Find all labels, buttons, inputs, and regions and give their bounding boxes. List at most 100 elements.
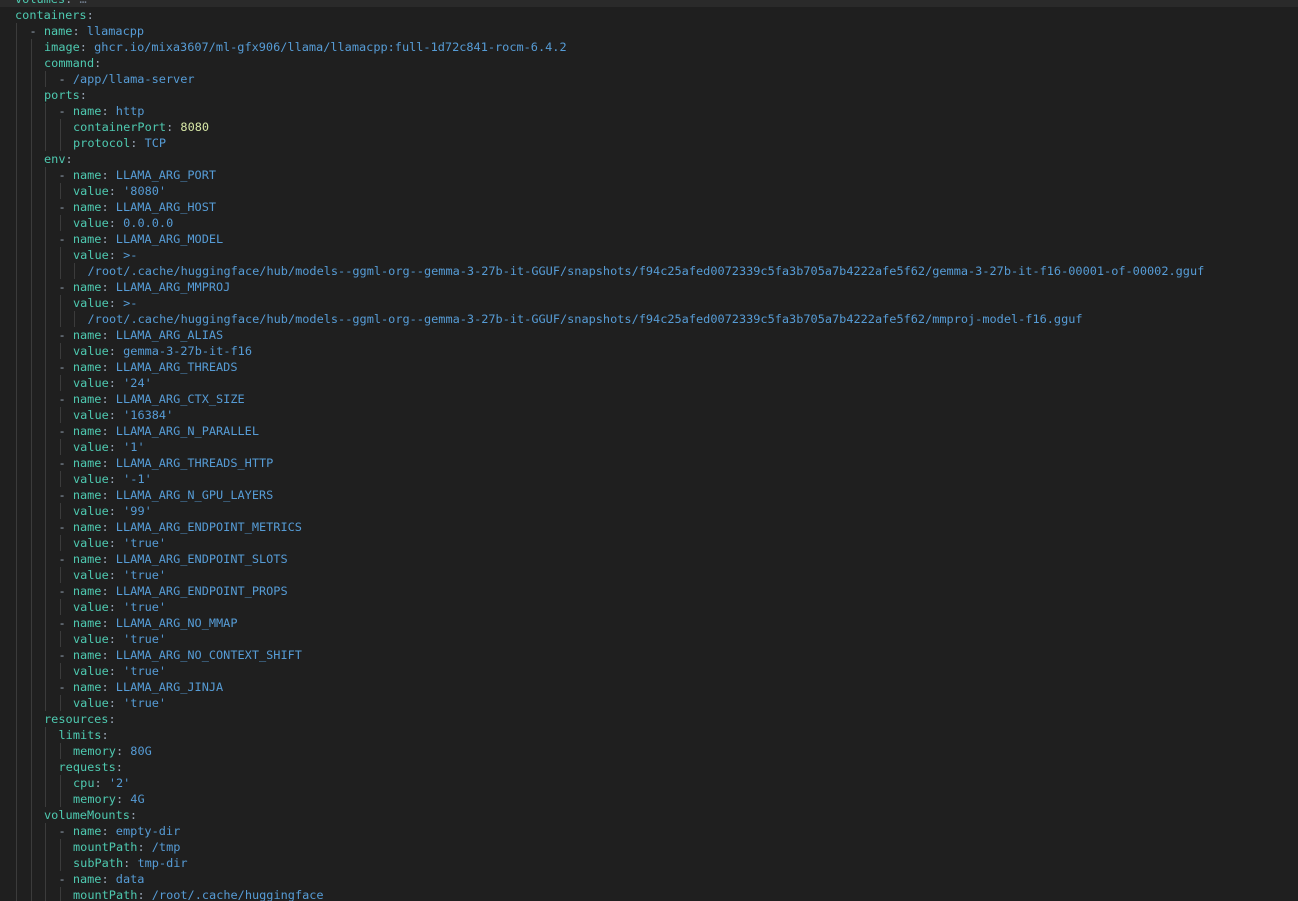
code-line[interactable]: mountPath: /tmp xyxy=(0,839,1298,855)
indent-guide xyxy=(30,215,32,231)
code-line[interactable]: - name: data xyxy=(0,871,1298,887)
indent-guide xyxy=(45,567,46,583)
indent-guide xyxy=(16,679,17,695)
code-line[interactable]: - name: LLAMA_ARG_NO_CONTEXT_SHIFT xyxy=(0,647,1298,663)
code-line[interactable]: - name: LLAMA_ARG_N_GPU_LAYERS xyxy=(0,487,1298,503)
code-line[interactable]: value: 'true' xyxy=(0,599,1298,615)
code-line[interactable]: value: '8080' xyxy=(0,183,1298,199)
code-line[interactable]: value: 'true' xyxy=(0,631,1298,647)
yaml-punctuation: - xyxy=(58,552,73,566)
code-line[interactable]: resources: xyxy=(0,711,1298,727)
code-line[interactable]: - name: LLAMA_ARG_ENDPOINT_PROPS xyxy=(0,583,1298,599)
code-line[interactable]: - name: empty-dir xyxy=(0,823,1298,839)
indent-guide xyxy=(30,39,32,55)
code-line[interactable]: - name: LLAMA_ARG_ALIAS xyxy=(0,327,1298,343)
code-line[interactable]: containers: xyxy=(0,7,1298,23)
code-line[interactable]: - name: LLAMA_ARG_MMPROJ xyxy=(0,279,1298,295)
indent-guide xyxy=(16,55,17,71)
code-line[interactable]: env: xyxy=(0,151,1298,167)
yaml-punctuation: : xyxy=(94,776,109,790)
code-line[interactable]: value: '99' xyxy=(0,503,1298,519)
code-line[interactable]: value: 'true' xyxy=(0,663,1298,679)
code-line[interactable]: volumeMounts: xyxy=(0,807,1298,823)
indent-guide xyxy=(45,359,46,375)
code-line[interactable]: /root/.cache/huggingface/hub/models--ggm… xyxy=(0,311,1298,327)
indent-guide xyxy=(16,167,17,183)
indent-guide xyxy=(16,375,17,391)
yaml-punctuation: : xyxy=(108,296,124,310)
code-line[interactable]: limits: xyxy=(0,727,1298,743)
yaml-key: value xyxy=(73,344,109,358)
code-line[interactable]: - name: LLAMA_ARG_PORT xyxy=(0,167,1298,183)
code-line[interactable]: - name: LLAMA_ARG_MODEL xyxy=(0,231,1298,247)
yaml-punctuation: : xyxy=(130,136,145,150)
yaml-punctuation: - xyxy=(58,168,73,182)
code-line[interactable]: - name: LLAMA_ARG_HOST xyxy=(0,199,1298,215)
yaml-value: http xyxy=(115,104,145,118)
indent-guide xyxy=(30,583,32,599)
indent-guide xyxy=(30,487,32,503)
yaml-punctuation: - xyxy=(58,280,73,294)
code-line[interactable]: mountPath: /root/.cache/huggingface xyxy=(0,887,1298,901)
code-line[interactable]: containerPort: 8080 xyxy=(0,119,1298,135)
code-line[interactable]: - name: LLAMA_ARG_THREADS_HTTP xyxy=(0,455,1298,471)
indent-guide xyxy=(30,519,32,535)
code-line[interactable]: - name: LLAMA_ARG_N_PARALLEL xyxy=(0,423,1298,439)
code-line[interactable]: value: '24' xyxy=(0,375,1298,391)
code-line[interactable]: value: '16384' xyxy=(0,407,1298,423)
code-line[interactable]: cpu: '2' xyxy=(0,775,1298,791)
code-line[interactable]: - name: LLAMA_ARG_NO_MMAP xyxy=(0,615,1298,631)
indent-guide xyxy=(30,135,32,151)
yaml-key: value xyxy=(73,472,109,486)
code-line[interactable]: - name: LLAMA_ARG_ENDPOINT_SLOTS xyxy=(0,551,1298,567)
code-line[interactable]: /root/.cache/huggingface/hub/models--ggm… xyxy=(0,263,1298,279)
indent-guide xyxy=(16,391,17,407)
code-line[interactable]: value: gemma-3-27b-it-f16 xyxy=(0,343,1298,359)
code-line[interactable]: ports: xyxy=(0,87,1298,103)
yaml-punctuation: : xyxy=(115,760,123,774)
indent-guide xyxy=(16,279,17,295)
code-editor[interactable]: volumes: …containers:- name: llamacppima… xyxy=(0,0,1298,901)
code-line[interactable]: value: 0.0.0.0 xyxy=(0,215,1298,231)
indent-guide xyxy=(30,279,32,295)
code-line[interactable]: memory: 4G xyxy=(0,791,1298,807)
yaml-value: LLAMA_ARG_MODEL xyxy=(115,232,224,246)
yaml-key: name xyxy=(72,104,102,118)
indent-guide xyxy=(30,711,32,727)
code-line[interactable]: command: xyxy=(0,55,1298,71)
code-line[interactable]: value: '-1' xyxy=(0,471,1298,487)
code-line[interactable]: subPath: tmp-dir xyxy=(0,855,1298,871)
code-line[interactable]: image: ghcr.io/mixa3607/ml-gfx906/llama/… xyxy=(0,39,1298,55)
indent-guide xyxy=(30,359,32,375)
indent-guide xyxy=(16,407,17,423)
code-line[interactable]: value: 'true' xyxy=(0,695,1298,711)
indent-guide xyxy=(16,887,17,901)
indent-guide xyxy=(16,311,17,327)
code-line[interactable]: - name: LLAMA_ARG_JINJA xyxy=(0,679,1298,695)
code-line[interactable]: value: >- xyxy=(0,295,1298,311)
indent-guide xyxy=(59,663,61,679)
code-line[interactable]: memory: 80G xyxy=(0,743,1298,759)
code-line[interactable]: - name: LLAMA_ARG_ENDPOINT_METRICS xyxy=(0,519,1298,535)
code-line[interactable]: requests: xyxy=(0,759,1298,775)
yaml-value: LLAMA_ARG_JINJA xyxy=(115,680,224,694)
code-line[interactable]: volumes: … xyxy=(0,0,1298,7)
code-line[interactable]: - name: LLAMA_ARG_THREADS xyxy=(0,359,1298,375)
indent-guide xyxy=(30,151,32,167)
code-line[interactable]: - /app/llama-server xyxy=(0,71,1298,87)
yaml-value: LLAMA_ARG_PORT xyxy=(115,168,217,182)
code-line[interactable]: value: >- xyxy=(0,247,1298,263)
indent-guide xyxy=(30,887,32,901)
indent-guide xyxy=(16,599,17,615)
yaml-value: gemma-3-27b-it-f16 xyxy=(123,344,252,358)
code-line[interactable]: value: '1' xyxy=(0,439,1298,455)
code-line[interactable]: value: 'true' xyxy=(0,535,1298,551)
code-line[interactable]: - name: LLAMA_ARG_CTX_SIZE xyxy=(0,391,1298,407)
yaml-punctuation: : xyxy=(108,408,124,422)
code-line[interactable]: protocol: TCP xyxy=(0,135,1298,151)
code-line[interactable]: value: 'true' xyxy=(0,567,1298,583)
indent-guide xyxy=(30,423,32,439)
code-line[interactable]: - name: http xyxy=(0,103,1298,119)
code-line[interactable]: - name: llamacpp xyxy=(0,23,1298,39)
yaml-value: /root/.cache/huggingface/hub/models--ggm… xyxy=(87,312,1083,326)
